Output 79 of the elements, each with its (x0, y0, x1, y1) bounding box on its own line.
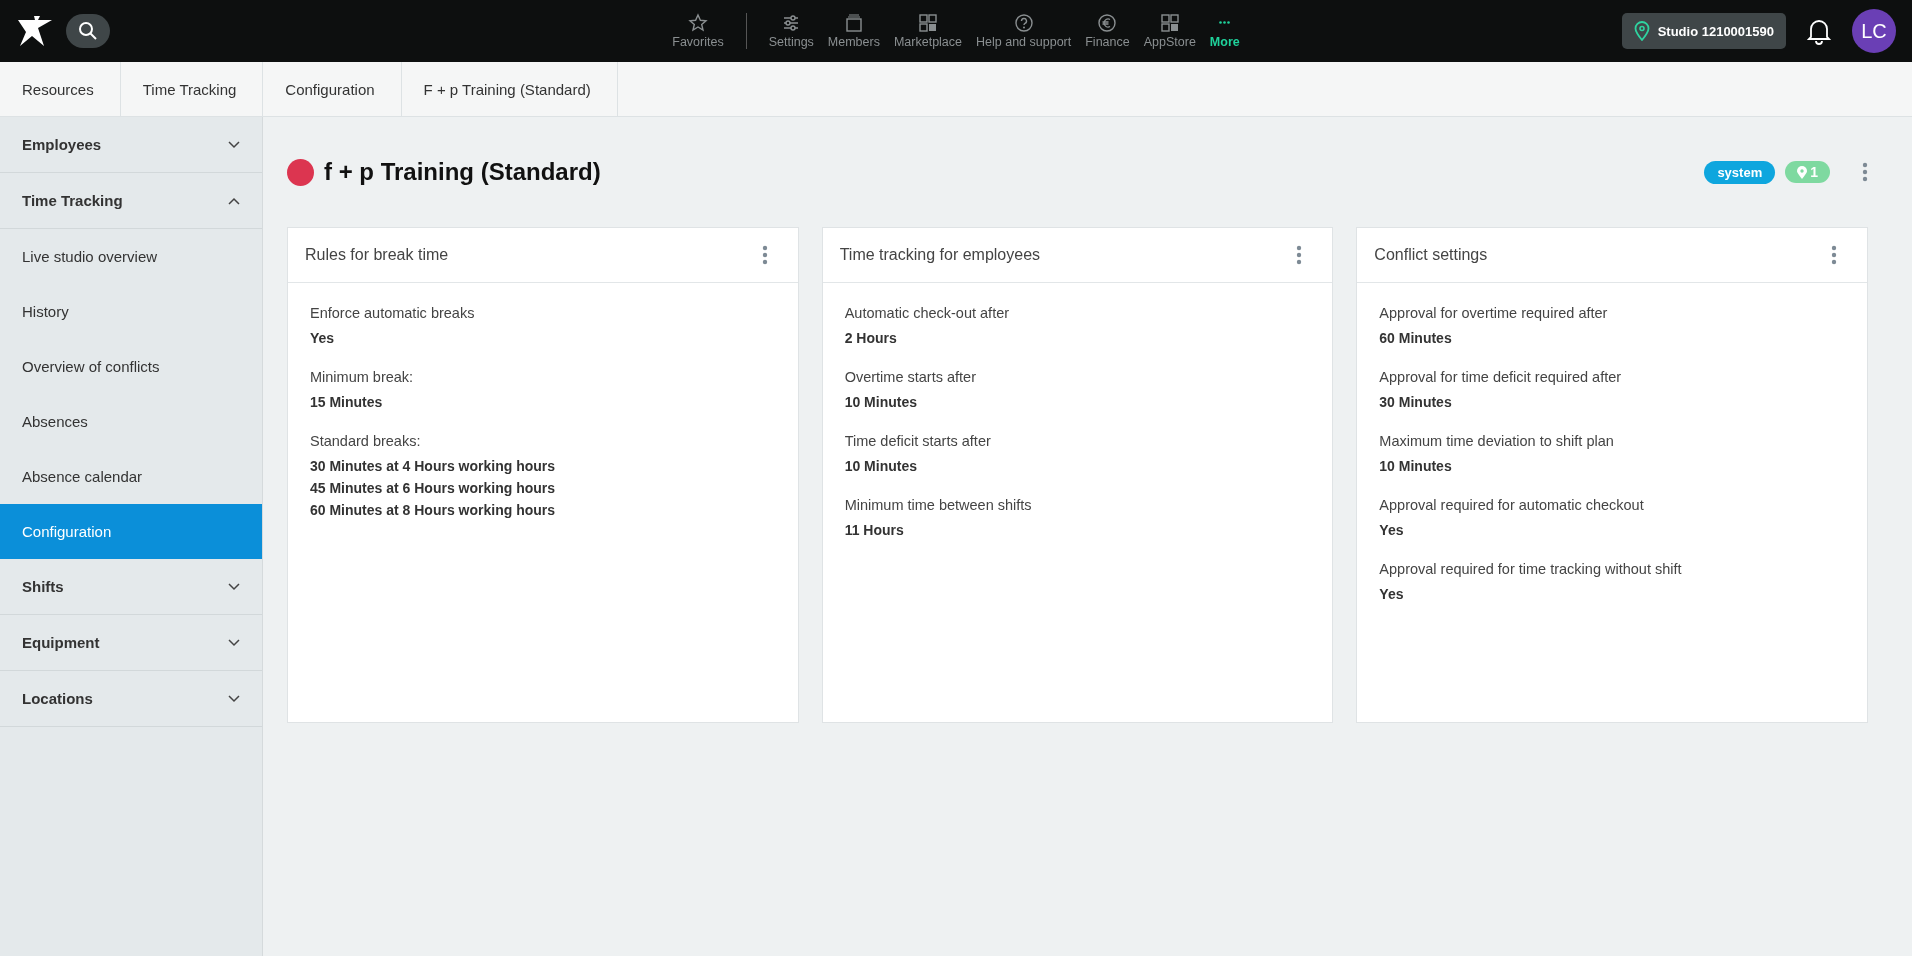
field-label: Enforce automatic breaks (310, 305, 476, 321)
search-button[interactable] (66, 14, 110, 48)
field-label: Approval for overtime required after (1379, 305, 1609, 321)
field-value: 10 Minutes (844, 393, 918, 412)
more-options-icon[interactable] (1831, 245, 1837, 265)
field-label: Automatic check-out after (844, 305, 1011, 321)
breadcrumb-link[interactable]: F + p Training (Standard) (401, 62, 618, 116)
more-options-icon[interactable] (1296, 245, 1303, 265)
nav-item[interactable]: Settings (762, 13, 820, 49)
nav-item[interactable]: Members (821, 13, 886, 49)
nav-item[interactable]: More (1203, 13, 1246, 49)
system-tag: system (1704, 160, 1776, 184)
sidebar-subitem[interactable]: Absences (0, 394, 262, 449)
field-value: 60 Minutes at 8 Hours working hours (310, 501, 557, 520)
sidebar-subitem[interactable]: Configuration (0, 504, 262, 559)
nav-item[interactable]: Marketplace (887, 13, 969, 49)
field-label: Time deficit starts after (844, 433, 992, 449)
card-title: Rules for break time (305, 246, 449, 264)
sidebar-item[interactable]: Shifts (0, 559, 262, 615)
field-label: Approval required for time tracking without shift (1379, 561, 1683, 577)
field-label: Approval required for automatic checkout (1379, 497, 1645, 513)
grid-icon (1159, 13, 1180, 33)
breadcrumb-link[interactable]: Configuration (263, 62, 402, 116)
chevron-icon (228, 638, 240, 647)
nav-item[interactable]: Help and support (970, 13, 1078, 49)
nav-item[interactable]: Finance (1079, 13, 1136, 49)
nav-item[interactable]: Favorites (666, 13, 730, 49)
location-pin-icon (1797, 165, 1808, 179)
bell-icon[interactable] (1806, 17, 1832, 45)
sidebar-item[interactable]: Equipment (0, 615, 262, 671)
field-label: Maximum time deviation to shift plan (1379, 433, 1615, 449)
grid-icon (918, 13, 938, 33)
page-title: f + p Training (Standard) (324, 158, 601, 186)
sidebar-item[interactable]: Employees (0, 117, 262, 173)
field-value: Yes (1379, 521, 1405, 540)
sidebar-item[interactable]: Time Tracking (0, 173, 262, 229)
card-title: Time tracking for employees (839, 246, 1041, 264)
field-value: Yes (1379, 585, 1405, 604)
sidebar-subitem[interactable]: Overview of conflicts (0, 339, 262, 394)
breadcrumb-link[interactable]: Time Tracking (120, 62, 264, 116)
help-icon (1013, 13, 1034, 33)
studio-button[interactable]: Studio 1210001590 (1621, 13, 1786, 49)
field-label: Standard breaks: (310, 433, 422, 449)
nav-item[interactable]: AppStore (1137, 13, 1202, 49)
field-label: Minimum break: (310, 369, 415, 385)
field-value: 10 Minutes (844, 457, 918, 476)
chevron-icon (228, 196, 240, 205)
chevron-icon (228, 140, 240, 149)
field-value: 45 Minutes at 6 Hours working hours (310, 479, 557, 498)
more-icon (1219, 21, 1231, 24)
sidebar-subitem[interactable]: History (0, 284, 262, 339)
euro-icon (1097, 13, 1118, 33)
field-label: Approval for time deficit required after (1379, 369, 1623, 385)
card-title: Conflict settings (1374, 246, 1488, 264)
sidebar-subitem[interactable]: Live studio overview (0, 229, 262, 284)
field-value: 30 Minutes (1379, 393, 1453, 412)
location-pin-icon (1633, 21, 1650, 41)
more-options-icon[interactable] (1862, 162, 1868, 182)
chevron-icon (228, 582, 240, 591)
field-value: 11 Hours (844, 521, 905, 540)
star-logo-icon[interactable] (16, 14, 54, 48)
search-icon (78, 21, 98, 41)
field-label: Minimum time between shifts (844, 497, 1033, 513)
location-count-badge: 1 (1785, 161, 1830, 183)
field-label: Overtime starts after (844, 369, 977, 385)
id-card-icon (843, 13, 864, 33)
sidebar-subitem[interactable]: Absence calendar (0, 449, 262, 504)
field-value: 60 Minutes (1379, 329, 1453, 348)
star-icon (687, 13, 708, 33)
field-value: 30 Minutes at 4 Hours working hours (310, 457, 557, 476)
field-value: Yes (310, 329, 336, 348)
more-options-icon[interactable] (761, 245, 768, 265)
chevron-icon (228, 694, 240, 703)
user-avatar[interactable]: LC (1852, 9, 1896, 53)
breadcrumb-link[interactable]: Resources (0, 62, 121, 116)
sidebar-item[interactable]: Locations (0, 671, 262, 727)
field-value: 10 Minutes (1379, 457, 1453, 476)
field-value: 2 Hours (844, 329, 898, 348)
field-value: 15 Minutes (310, 393, 384, 412)
